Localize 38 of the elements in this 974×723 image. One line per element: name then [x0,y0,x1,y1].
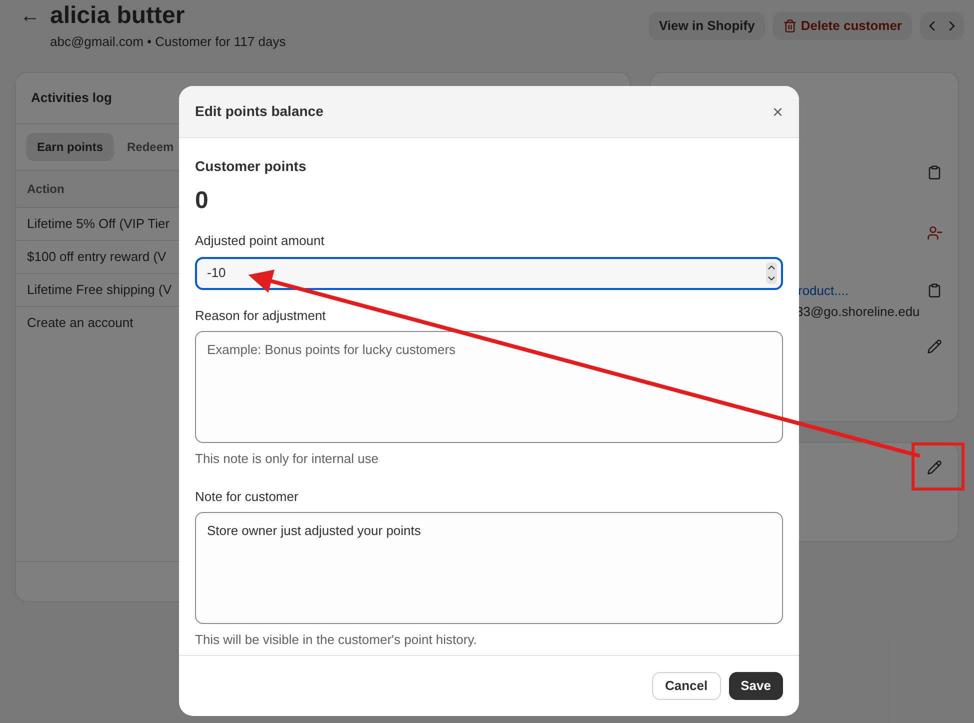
back-button[interactable]: ← [20,2,40,52]
customer-subtitle: abc@gmail.com • Customer for 117 days [50,33,286,51]
table-cell-text: Lifetime Free shipping (V [27,280,172,299]
trash-icon [782,19,797,33]
table-cell-text: $100 off entry reward (V [27,248,166,266]
tab[interactable]: Redeem [116,132,185,160]
shopify-button[interactable]: View in Shopify [649,12,765,40]
cancel-button[interactable]: Cancel [652,672,721,700]
points-label: Customer points [195,157,308,176]
help-text: This note is only for internal use [195,450,380,468]
field-label: Adjusted point amount [195,232,326,250]
help-text: This will be visible in the customer's point history. [195,631,478,649]
points-value: 0 [195,186,210,216]
reason-field[interactable]: Example: Bonus points for lucky customers [195,331,783,443]
close-button[interactable]: × [772,102,783,120]
highlight-frame [912,442,964,490]
column-header: Action [27,180,64,198]
edit-icon[interactable] [927,338,942,354]
note-field[interactable]: Store owner just adjusted your points [195,512,783,624]
field-value: -10 [207,264,226,282]
table-cell-text: Lifetime 5% Off (VIP Tier [27,214,170,233]
product-link[interactable]: roduct.... [798,280,849,300]
delete-button[interactable]: Delete customer [772,12,912,40]
copy-icon[interactable] [927,164,942,180]
field-label: Note for customer [195,488,300,506]
field-label: Reason for adjustment [195,306,327,325]
table-cell-text: Create an account [27,314,134,332]
card-title: Activities log [31,88,112,107]
dialog-title: Edit points balance [195,102,324,121]
save-button[interactable]: Save [728,672,783,700]
edit-icon[interactable] [927,460,942,474]
stepper-icon[interactable] [766,262,777,284]
amount-field[interactable]: -10 [195,256,783,290]
remove-user-icon[interactable] [927,224,943,240]
copy-icon[interactable] [927,282,942,298]
tab[interactable]: Earn points [26,132,114,160]
customer-name: alicia butter [50,2,186,30]
customer-email: 33@go.shoreline.edu [796,302,920,321]
